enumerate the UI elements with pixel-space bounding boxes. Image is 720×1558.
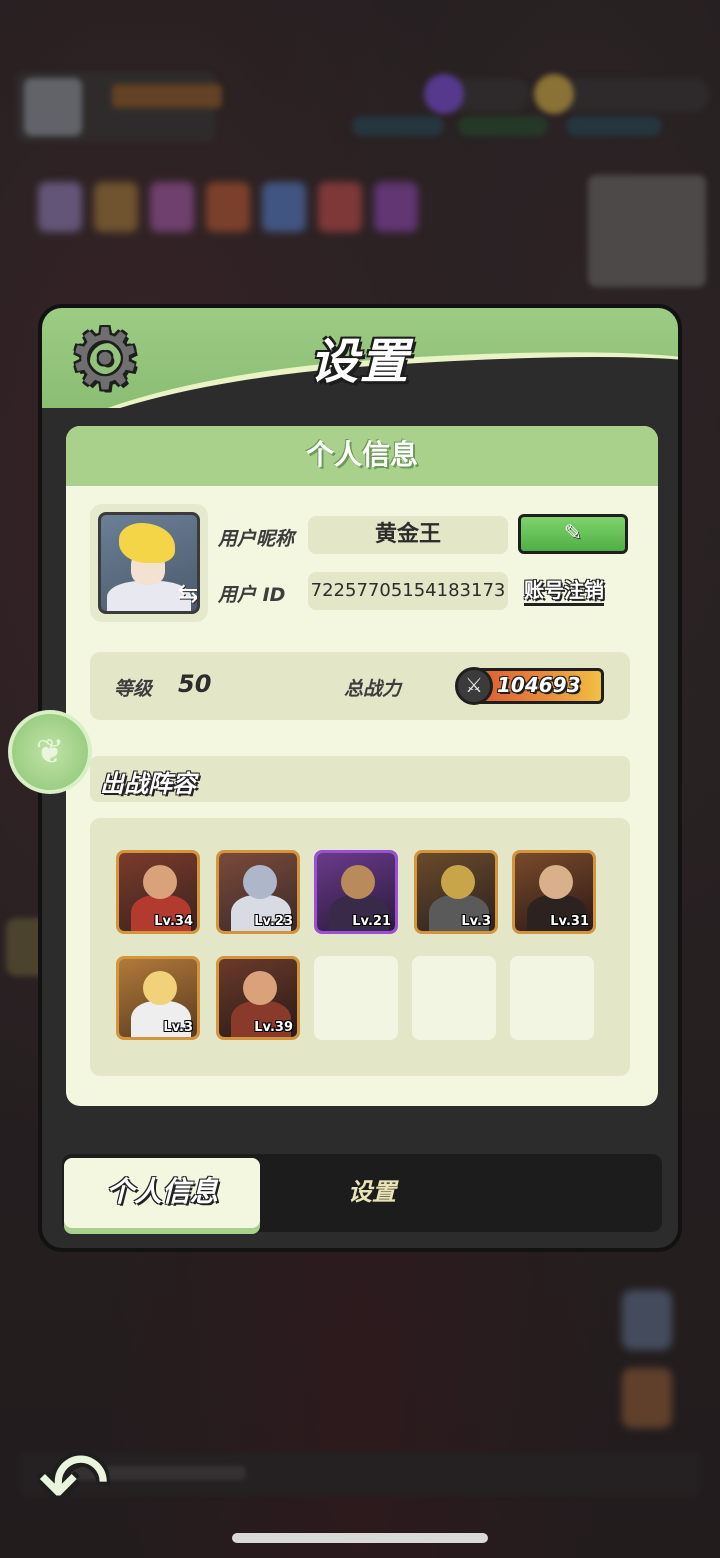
edit-nickname-button[interactable]: ✎ bbox=[518, 514, 628, 554]
hero-level: Lv.3 bbox=[461, 914, 491, 929]
card-title: 个人信息 bbox=[66, 426, 658, 486]
home-indicator[interactable] bbox=[232, 1533, 488, 1543]
level-value: 50 bbox=[178, 670, 212, 698]
lineup-title: 出战阵容 bbox=[100, 770, 196, 798]
tab-settings[interactable]: 设置 bbox=[282, 1158, 462, 1228]
hero-slot[interactable]: Lv.3 bbox=[414, 850, 498, 934]
back-arrow-icon[interactable]: ↶ bbox=[38, 1441, 130, 1527]
pencil-icon: ✎ bbox=[563, 521, 583, 546]
hero-slot[interactable]: Lv.31 bbox=[512, 850, 596, 934]
personal-info-card: 个人信息 ⇆ 用户昵称 黄金王 ✎ 用户 ID 7225770515418317… bbox=[66, 426, 658, 1106]
crossed-swords-icon: ⚔ bbox=[455, 667, 493, 705]
lineup-grid: Lv.34 Lv.23 Lv.21 Lv.3 Lv.31 Lv.3 Lv.39 bbox=[90, 818, 630, 1076]
hero-slot[interactable]: Lv.39 bbox=[216, 956, 300, 1040]
power-value: 104693 bbox=[497, 673, 581, 697]
nickname-label: 用户昵称 bbox=[218, 528, 295, 550]
level-label: 等级 bbox=[114, 678, 153, 700]
avatar-frame[interactable]: ⇆ bbox=[90, 504, 208, 622]
hero-slot[interactable]: Lv.21 bbox=[314, 850, 398, 934]
tab-profile[interactable]: 个人信息 bbox=[64, 1158, 260, 1228]
hero-slot[interactable]: Lv.23 bbox=[216, 850, 300, 934]
empty-hero-slot[interactable] bbox=[510, 956, 594, 1040]
nickname-field: 黄金王 bbox=[308, 516, 508, 554]
avatar[interactable]: ⇆ bbox=[98, 512, 200, 614]
settings-panel: ⚙ 设置 个人信息 ⇆ 用户昵称 黄金王 ✎ 用户 ID 72257705154… bbox=[38, 304, 682, 1252]
hero-slot[interactable]: Lv.34 bbox=[116, 850, 200, 934]
power-label: 总战力 bbox=[344, 678, 402, 700]
leaf-icon[interactable]: ❦ bbox=[8, 710, 92, 794]
uid-label: 用户 ID bbox=[218, 584, 286, 606]
hero-level: Lv.21 bbox=[352, 914, 391, 929]
hero-slot[interactable]: Lv.3 bbox=[116, 956, 200, 1040]
hero-level: Lv.39 bbox=[254, 1020, 293, 1035]
hero-level: Lv.31 bbox=[550, 914, 589, 929]
lineup-header: 出战阵容 bbox=[90, 756, 630, 802]
empty-hero-slot[interactable] bbox=[412, 956, 496, 1040]
deregister-account-link[interactable]: 账号注销 bbox=[524, 574, 604, 606]
empty-hero-slot[interactable] bbox=[314, 956, 398, 1040]
tab-bar: 个人信息 设置 bbox=[62, 1154, 662, 1232]
uid-field: 72257705154183173 bbox=[308, 572, 508, 610]
hero-level: Lv.23 bbox=[254, 914, 293, 929]
stats-row: 等级 50 总战力 ⚔ 104693 bbox=[90, 652, 630, 720]
power-badge: ⚔ 104693 bbox=[455, 667, 604, 705]
panel-title: 设置 bbox=[309, 334, 410, 390]
swap-avatar-icon[interactable]: ⇆ bbox=[177, 579, 197, 609]
hero-level: Lv.34 bbox=[154, 914, 193, 929]
hero-level: Lv.3 bbox=[163, 1020, 193, 1035]
